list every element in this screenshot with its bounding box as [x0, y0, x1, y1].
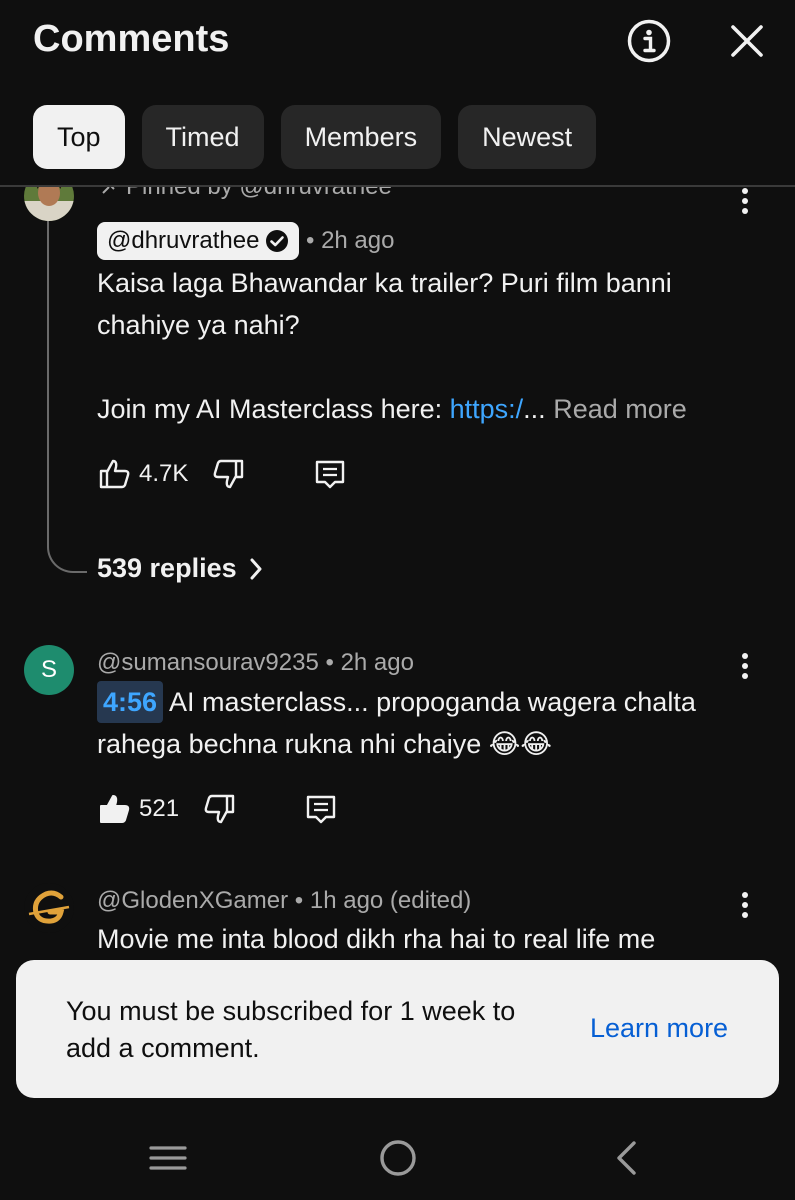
comment-line: Join my AI Masterclass here: https:/... … [97, 388, 747, 430]
more-options-icon[interactable] [733, 187, 757, 223]
notice-message: You must be subscribed for 1 week to add… [66, 996, 516, 1063]
verified-icon [266, 230, 289, 252]
comment-line: chahiye ya nahi? [97, 310, 300, 340]
comment-line: Kaisa laga Bhawandar ka trailer? Puri fi… [97, 268, 672, 298]
chip-top[interactable]: Top [33, 105, 125, 169]
like-icon[interactable] [97, 791, 133, 827]
comment-line: 4:56 AI masterclass... propoganda wagera … [97, 681, 747, 723]
comment-line: Movie me inta blood dikh rha hai to real… [97, 924, 656, 954]
timestamp-link[interactable]: 4:56 [97, 681, 164, 723]
avatar[interactable] [24, 883, 74, 933]
avatar[interactable]: S [24, 645, 74, 695]
ellipsis: ... [523, 394, 546, 424]
comment-line: rahega bechna rukna nhi chaiye 😂😂 [97, 729, 552, 759]
home-icon[interactable] [378, 1138, 418, 1178]
chip-timed[interactable]: Timed [141, 105, 264, 169]
chip-members[interactable]: Members [280, 105, 442, 169]
comment-actions: 521 [97, 787, 339, 831]
comment-actions: 4.7K [97, 452, 348, 496]
avatar[interactable] [24, 187, 74, 221]
comment-text: Kaisa laga Bhawandar ka trailer? Puri fi… [97, 262, 747, 430]
pinned-text: Pinned by @dhruvrathee [126, 187, 392, 201]
author-name: @dhruvrathee [107, 227, 260, 254]
masterclass-link[interactable]: https:/ [450, 394, 524, 424]
more-options-icon[interactable] [733, 648, 757, 688]
dislike-icon[interactable] [201, 791, 237, 827]
sort-chips: Top Timed Members Newest [33, 105, 597, 169]
comment-time: • 2h ago [325, 649, 414, 676]
view-replies-button[interactable]: 539 replies [97, 553, 265, 584]
comments-header: Comments [0, 0, 795, 90]
more-options-icon[interactable] [733, 887, 757, 927]
like-count: 4.7K [139, 460, 189, 487]
author-name[interactable]: @sumansourav9235 [97, 649, 319, 676]
comment-list[interactable]: Pinned by @dhruvrathee @dhruvrathee • 2h… [0, 187, 795, 960]
reply-icon[interactable] [312, 456, 348, 492]
subscription-notice: You must be subscribed for 1 week to add… [16, 960, 779, 1098]
back-icon[interactable] [606, 1138, 646, 1178]
comment-header: @sumansourav9235 • 2h ago [97, 649, 414, 677]
system-nav-bar [0, 1110, 795, 1200]
like-count: 521 [139, 795, 180, 822]
comment-time: • 2h ago [306, 227, 395, 254]
read-more-link[interactable]: Read more [553, 394, 687, 424]
author-badge[interactable]: @dhruvrathee [97, 222, 300, 260]
panel-title: Comments [33, 18, 230, 60]
reply-icon[interactable] [303, 791, 339, 827]
comment-line-prefix: Join my AI Masterclass here: [97, 394, 450, 424]
like-icon[interactable] [97, 456, 133, 492]
thread-line [47, 219, 87, 573]
replies-count: 539 replies [97, 553, 237, 583]
comment-header: @GlodenXGamer • 1h ago (edited) [97, 887, 471, 915]
author-name[interactable]: @GlodenXGamer [97, 887, 288, 914]
info-icon[interactable] [626, 18, 672, 64]
recent-apps-icon[interactable] [148, 1138, 188, 1178]
comment-time: • 1h ago (edited) [294, 887, 472, 914]
pin-icon [102, 187, 115, 194]
comment-text: 4:56 AI masterclass... propoganda wagera … [97, 681, 747, 765]
learn-more-button[interactable]: Learn more [590, 1013, 728, 1044]
chip-newest[interactable]: Newest [458, 105, 597, 169]
comment-line-rest: AI masterclass... propoganda wagera chal… [169, 687, 696, 717]
close-icon[interactable] [724, 18, 770, 64]
pinned-label: Pinned by @dhruvrathee [100, 187, 392, 201]
chevron-right-icon [250, 558, 262, 579]
comment-text: Movie me inta blood dikh rha hai to real… [97, 918, 747, 960]
dislike-icon[interactable] [210, 456, 246, 492]
